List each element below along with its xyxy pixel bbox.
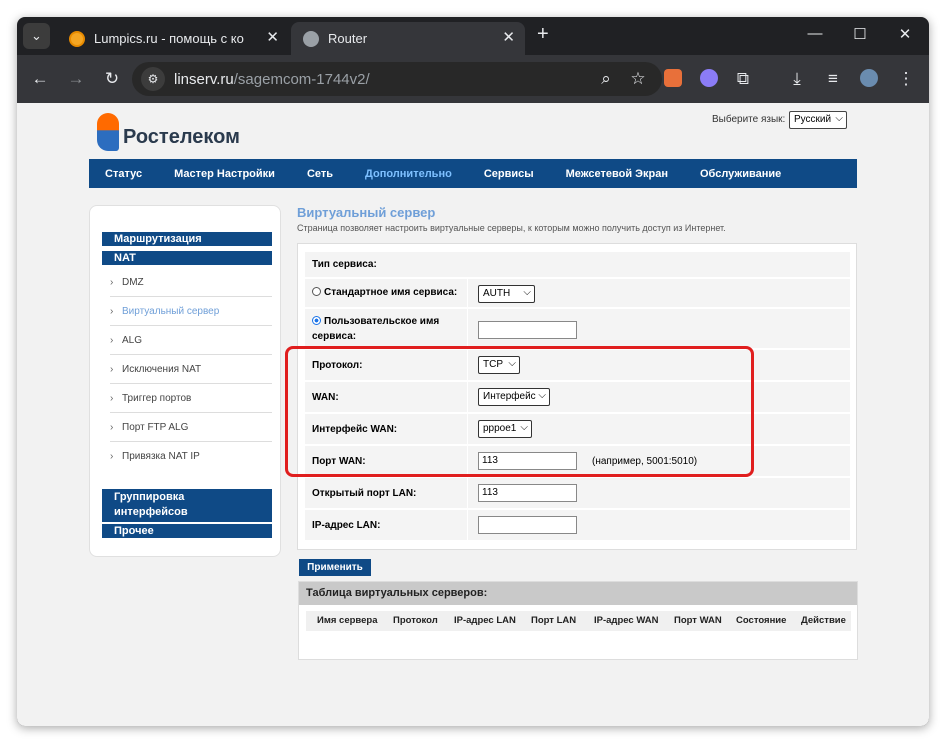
sidebar-item-nat-exclusions[interactable]: Исключения NAT: [110, 355, 272, 384]
tab-search-button[interactable]: ⌄: [23, 23, 50, 49]
sidebar-item-alg[interactable]: ALG: [110, 326, 272, 355]
main-nav: Статус Мастер Настройки Сеть Дополнитель…: [89, 159, 857, 188]
apply-button[interactable]: Применить: [299, 559, 371, 576]
tab-title: Lumpics.ru - помощь с компь: [94, 31, 244, 46]
row-lan-port: Открытый порт LAN: 113: [305, 478, 850, 509]
sidebar-interface-grouping[interactable]: Группировка интерфейсов: [102, 489, 272, 522]
browser-toolbar: ← → ↻ ⚙ linserv.ru/sagemcom-1744v2/ ⌕ ☆ …: [17, 55, 929, 103]
nav-services[interactable]: Сервисы: [484, 168, 534, 180]
page-title: Виртуальный сервер: [297, 205, 436, 220]
language-label: Выберите язык:: [712, 114, 786, 125]
tab-strip: ⌄ Lumpics.ru - помощь с компь ✕ Router ✕…: [17, 17, 929, 55]
close-tab-icon[interactable]: ✕: [266, 28, 279, 46]
extension-fox-icon[interactable]: [664, 69, 682, 87]
sidebar-item-port-trigger[interactable]: Триггер портов: [110, 384, 272, 413]
chevron-down-icon: ⌵: [835, 113, 843, 124]
url-text[interactable]: linserv.ru/sagemcom-1744v2/: [174, 71, 370, 88]
nav-advanced[interactable]: Дополнительно: [365, 168, 452, 180]
language-select[interactable]: Русский ⌵: [789, 111, 847, 129]
custom-name-radio[interactable]: [312, 316, 321, 325]
sidebar-item-dmz[interactable]: DMZ: [110, 268, 272, 297]
minimize-icon[interactable]: —: [795, 25, 835, 42]
rostelecom-logo: Ростелеком: [97, 111, 267, 157]
nav-maintenance[interactable]: Обслуживание: [700, 168, 781, 180]
sidebar-item-ftp-alg[interactable]: Порт FTP ALG: [110, 413, 272, 442]
sidebar-item-nat-ip-binding[interactable]: Привязка NAT IP: [110, 442, 272, 471]
virtual-servers-table: Таблица виртуальных серверов: Имя сервер…: [298, 581, 858, 660]
globe-icon: [303, 31, 319, 47]
sidebar: Маршрутизация NAT DMZ Виртуальный сервер…: [89, 205, 281, 557]
brand-name: Ростелеком: [123, 126, 240, 148]
rostelecom-logo-icon: [97, 113, 119, 151]
nav-wizard[interactable]: Мастер Настройки: [174, 168, 275, 180]
standard-name-label[interactable]: Стандартное имя сервиса:: [312, 287, 457, 298]
custom-name-label[interactable]: Пользовательское имя: [312, 316, 439, 327]
highlight-box: [285, 346, 754, 477]
row-service-type: Тип сервиса:: [305, 252, 850, 278]
col-status: Состояние: [736, 615, 787, 626]
media-control-icon[interactable]: ≡: [821, 67, 845, 91]
tab-title: Router: [328, 31, 368, 46]
lan-port-input[interactable]: 113: [478, 484, 577, 502]
extensions-puzzle-icon[interactable]: ⧉: [731, 67, 755, 91]
col-wan-ip: IP-адрес WAN: [594, 615, 659, 626]
custom-name-input[interactable]: [478, 321, 577, 339]
nav-status[interactable]: Статус: [105, 168, 142, 180]
sidebar-item-virtual-server[interactable]: Виртуальный сервер: [110, 297, 272, 326]
col-protocol: Протокол: [393, 615, 438, 626]
table-header-row: Имя сервера Протокол IP-адрес LAN Порт L…: [306, 611, 851, 631]
close-window-icon[interactable]: ✕: [885, 25, 925, 43]
service-type-label: Тип сервиса:: [312, 259, 377, 270]
row-custom-name: Пользовательское имя сервиса:: [305, 309, 850, 349]
address-bar[interactable]: ⚙ linserv.ru/sagemcom-1744v2/ ⌕ ☆: [132, 62, 662, 96]
close-tab-icon[interactable]: ✕: [502, 28, 515, 46]
col-lan-ip: IP-адрес LAN: [454, 615, 516, 626]
virtual-servers-table-title: Таблица виртуальных серверов:: [299, 582, 857, 605]
sidebar-routing[interactable]: Маршрутизация: [102, 232, 272, 246]
profile-avatar[interactable]: [860, 69, 878, 87]
site-info-icon[interactable]: ⚙: [141, 67, 165, 91]
sidebar-nat[interactable]: NAT: [102, 251, 272, 265]
menu-kebab-icon[interactable]: ⋮: [894, 67, 918, 91]
row-lan-ip: IP-адрес LAN:: [305, 510, 850, 541]
col-lan-port: Порт LAN: [531, 615, 577, 626]
col-server-name: Имя сервера: [317, 615, 378, 626]
nav-firewall[interactable]: Межсетевой Экран: [566, 168, 668, 180]
maximize-icon[interactable]: ☐: [840, 25, 880, 43]
extension-ghost-icon[interactable]: [700, 69, 718, 87]
standard-name-radio[interactable]: [312, 287, 321, 296]
custom-name-label-2: сервиса:: [312, 331, 357, 342]
zoom-icon[interactable]: ⌕: [594, 67, 618, 91]
row-standard-name: Стандартное имя сервиса: AUTH ⌵: [305, 279, 850, 308]
page-description: Страница позволяет настроить виртуальные…: [297, 223, 726, 233]
back-icon[interactable]: ←: [28, 67, 52, 91]
sidebar-other[interactable]: Прочее: [102, 524, 272, 538]
lumpics-favicon-icon: [69, 31, 85, 47]
col-wan-port: Порт WAN: [674, 615, 722, 626]
col-action: Действие: [801, 615, 846, 626]
nav-network[interactable]: Сеть: [307, 168, 333, 180]
tab-router[interactable]: Router ✕: [291, 22, 525, 55]
lan-port-label: Открытый порт LAN:: [312, 488, 417, 499]
tab-lumpics[interactable]: Lumpics.ru - помощь с компь ✕: [57, 22, 289, 55]
language-value: Русский: [794, 114, 832, 125]
standard-name-select[interactable]: AUTH ⌵: [478, 285, 535, 303]
lan-ip-input[interactable]: [478, 516, 577, 534]
bookmark-star-icon[interactable]: ☆: [626, 67, 650, 91]
reload-icon[interactable]: ↻: [100, 67, 124, 91]
lan-ip-label: IP-адрес LAN:: [312, 520, 381, 531]
forward-icon[interactable]: →: [64, 67, 88, 91]
new-tab-button[interactable]: +: [537, 23, 549, 46]
download-icon[interactable]: ⤓: [785, 67, 809, 91]
